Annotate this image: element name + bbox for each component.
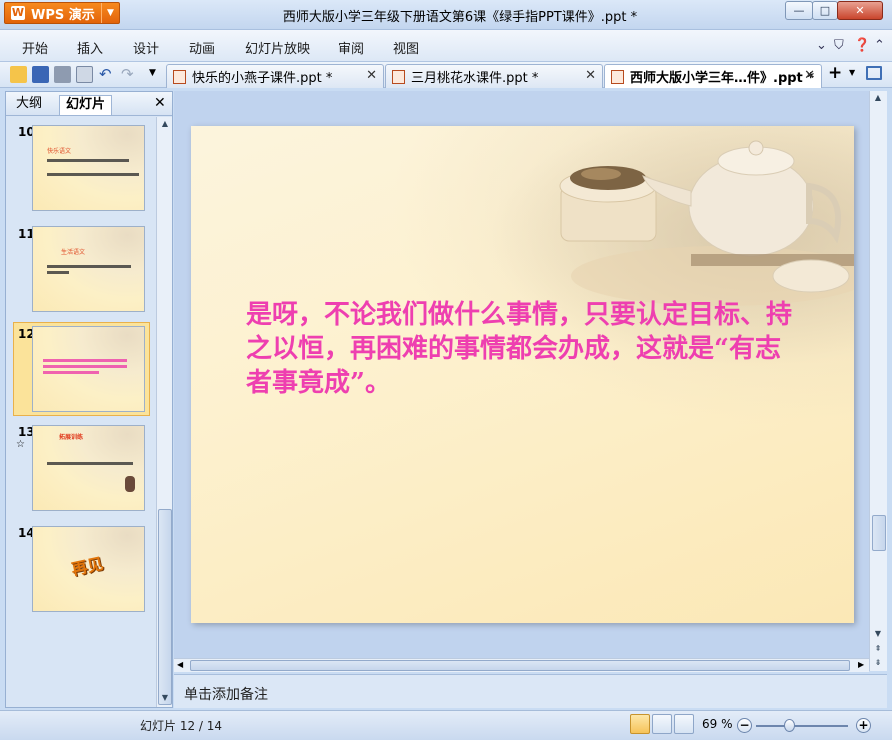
chevron-down-icon[interactable]: ⌄ xyxy=(816,38,827,53)
menu-insert[interactable]: 插入 xyxy=(77,38,103,57)
slide-body-text[interactable]: 是呀，不论我们做什么事情，只要认定目标、持之以恒，再困难的事情都会办成，这就是“… xyxy=(246,298,806,400)
doc-tab-2[interactable]: 三月桃花水课件.ppt * ✕ xyxy=(385,64,603,88)
doc-tab-1[interactable]: 快乐的小燕子课件.ppt * ✕ xyxy=(166,64,384,88)
zoom-slider-knob[interactable] xyxy=(784,719,795,732)
quick-toolbar: ↶ ↷ ▼ 快乐的小燕子课件.ppt * ✕ 三月桃花水课件.ppt * ✕ 西… xyxy=(0,62,892,88)
thumb-title: 拓展训练 xyxy=(59,434,84,441)
scroll-down-icon[interactable]: ▼ xyxy=(158,693,172,702)
tab-outline[interactable]: 大纲 xyxy=(10,95,48,115)
notes-placeholder[interactable]: 单击添加备注 xyxy=(184,684,268,704)
doc-tab-label: 快乐的小燕子课件.ppt * xyxy=(192,71,333,86)
close-tab-icon[interactable]: ✕ xyxy=(585,68,596,83)
window-title: 西师大版小学三年级下册语文第6课《绿手指PPT课件》.ppt * xyxy=(282,10,638,25)
slide-thumbnail-14[interactable]: 再见 xyxy=(32,526,145,612)
chevron-down-icon[interactable]: ▼ xyxy=(101,3,119,23)
scroll-left-icon[interactable]: ◀ xyxy=(177,660,183,669)
ppt-file-icon xyxy=(392,69,405,84)
slide-thumbnail-11[interactable]: 生活语文 xyxy=(32,226,145,312)
wps-menu-button[interactable]: W WPS 演示 ▼ xyxy=(4,2,120,24)
scroll-up-icon[interactable]: ▲ xyxy=(158,119,172,128)
menu-slideshow[interactable]: 幻灯片放映 xyxy=(245,38,310,57)
slide-thumbnail-10[interactable]: 快乐语文 xyxy=(32,125,145,211)
zoom-out-icon[interactable]: − xyxy=(737,718,752,733)
slide-canvas[interactable]: 是呀，不论我们做什么事情，只要认定目标、持之以恒，再困难的事情都会办成，这就是“… xyxy=(191,126,854,623)
zoom-level[interactable]: 69 % xyxy=(702,717,733,731)
window-layout-icon[interactable] xyxy=(866,66,882,80)
close-panel-icon[interactable]: ✕ xyxy=(154,95,166,111)
scroll-down-icon[interactable]: ▼ xyxy=(871,629,885,638)
close-tab-icon[interactable]: ✕ xyxy=(366,68,377,83)
panel-scroll-thumb[interactable] xyxy=(158,509,172,705)
thumb-title: 再见 xyxy=(69,553,105,580)
previous-slide-icon[interactable]: ⇞ xyxy=(871,644,885,653)
menu-view[interactable]: 视图 xyxy=(393,38,419,57)
thumb-title: 快乐语文 xyxy=(47,148,72,155)
menu-review[interactable]: 审阅 xyxy=(338,38,364,57)
menu-home[interactable]: 开始 xyxy=(22,38,48,57)
customize-toolbar-icon[interactable]: ▼ xyxy=(149,68,156,78)
notes-pane[interactable]: 单击添加备注 xyxy=(174,674,887,708)
tab-list-icon[interactable]: ▼ xyxy=(849,68,855,77)
status-bar: 幻灯片 12 / 14 69 % − + xyxy=(0,710,892,740)
wps-logo-icon: W xyxy=(11,6,25,20)
star-transition-icon: ☆ xyxy=(16,439,25,450)
tab-slides[interactable]: 幻灯片 xyxy=(59,95,113,115)
wps-logo-label: WPS 演示 xyxy=(31,7,95,23)
undo-icon[interactable]: ↶ xyxy=(99,65,112,83)
slide-thumbnail-13[interactable]: 拓展训练 xyxy=(32,425,145,511)
scroll-up-icon[interactable]: ▲ xyxy=(871,93,885,102)
close-button[interactable]: ✕ xyxy=(837,1,883,20)
cartoon-figure-icon xyxy=(125,476,135,492)
horizontal-scroll-thumb[interactable] xyxy=(190,660,850,671)
menu-animation[interactable]: 动画 xyxy=(189,38,215,57)
scroll-right-icon[interactable]: ▶ xyxy=(858,660,864,669)
slide-thumbnail-12[interactable] xyxy=(32,326,145,412)
slides-panel: 大纲 幻灯片 ✕ 10 快乐语文 11 生活语文 12 13 ☆ 拓展训练 14… xyxy=(5,91,173,708)
close-tab-icon[interactable]: ✕ xyxy=(804,68,815,83)
ppt-file-icon xyxy=(173,69,186,84)
new-tab-icon[interactable]: + xyxy=(828,63,842,83)
print-icon[interactable] xyxy=(54,66,71,83)
redo-icon[interactable]: ↷ xyxy=(121,65,134,83)
ppt-file-icon xyxy=(611,69,624,84)
menu-design[interactable]: 设计 xyxy=(133,38,159,57)
panel-tabs: 大纲 幻灯片 ✕ xyxy=(6,92,172,116)
thumb-title: 生活语文 xyxy=(61,249,86,256)
vertical-scrollbar[interactable]: ▲ ▼ ⇞ ⇟ xyxy=(869,91,887,671)
slide-counter: 幻灯片 12 / 14 xyxy=(140,719,223,733)
doc-tab-label: 西师大版小学三年…件》.ppt * xyxy=(630,71,815,86)
panel-scrollbar[interactable]: ▲ ▼ xyxy=(156,117,172,707)
ribbon-collapse-icon[interactable]: ⌃ xyxy=(874,38,885,53)
normal-view-icon[interactable] xyxy=(630,714,650,734)
doc-tab-3[interactable]: 西师大版小学三年…件》.ppt * ✕ xyxy=(604,64,822,88)
title-bar: W WPS 演示 ▼ 西师大版小学三年级下册语文第6课《绿手指PPT课件》.pp… xyxy=(0,0,892,30)
help-icon[interactable]: ❓ xyxy=(854,38,870,53)
zoom-in-icon[interactable]: + xyxy=(856,718,871,733)
open-folder-icon[interactable] xyxy=(10,66,27,83)
shirt-skin-icon[interactable]: ⛉ xyxy=(834,38,844,53)
slide-sorter-view-icon[interactable] xyxy=(652,714,672,734)
vertical-scroll-thumb[interactable] xyxy=(872,515,886,551)
teapot-illustration xyxy=(559,140,854,306)
minimize-button[interactable]: — xyxy=(785,1,813,20)
slideshow-view-icon[interactable] xyxy=(674,714,694,734)
next-slide-icon[interactable]: ⇟ xyxy=(871,658,885,667)
maximize-button[interactable]: □ xyxy=(812,1,838,20)
save-icon[interactable] xyxy=(32,66,49,83)
print-preview-icon[interactable] xyxy=(76,66,93,83)
zoom-slider[interactable] xyxy=(756,725,848,727)
menu-bar: 开始 插入 设计 动画 幻灯片放映 审阅 视图 ⌄ ⛉ ❓ ⌃ xyxy=(0,30,892,62)
doc-tab-label: 三月桃花水课件.ppt * xyxy=(411,71,539,86)
horizontal-scrollbar[interactable]: ◀ ▶ xyxy=(174,658,869,672)
